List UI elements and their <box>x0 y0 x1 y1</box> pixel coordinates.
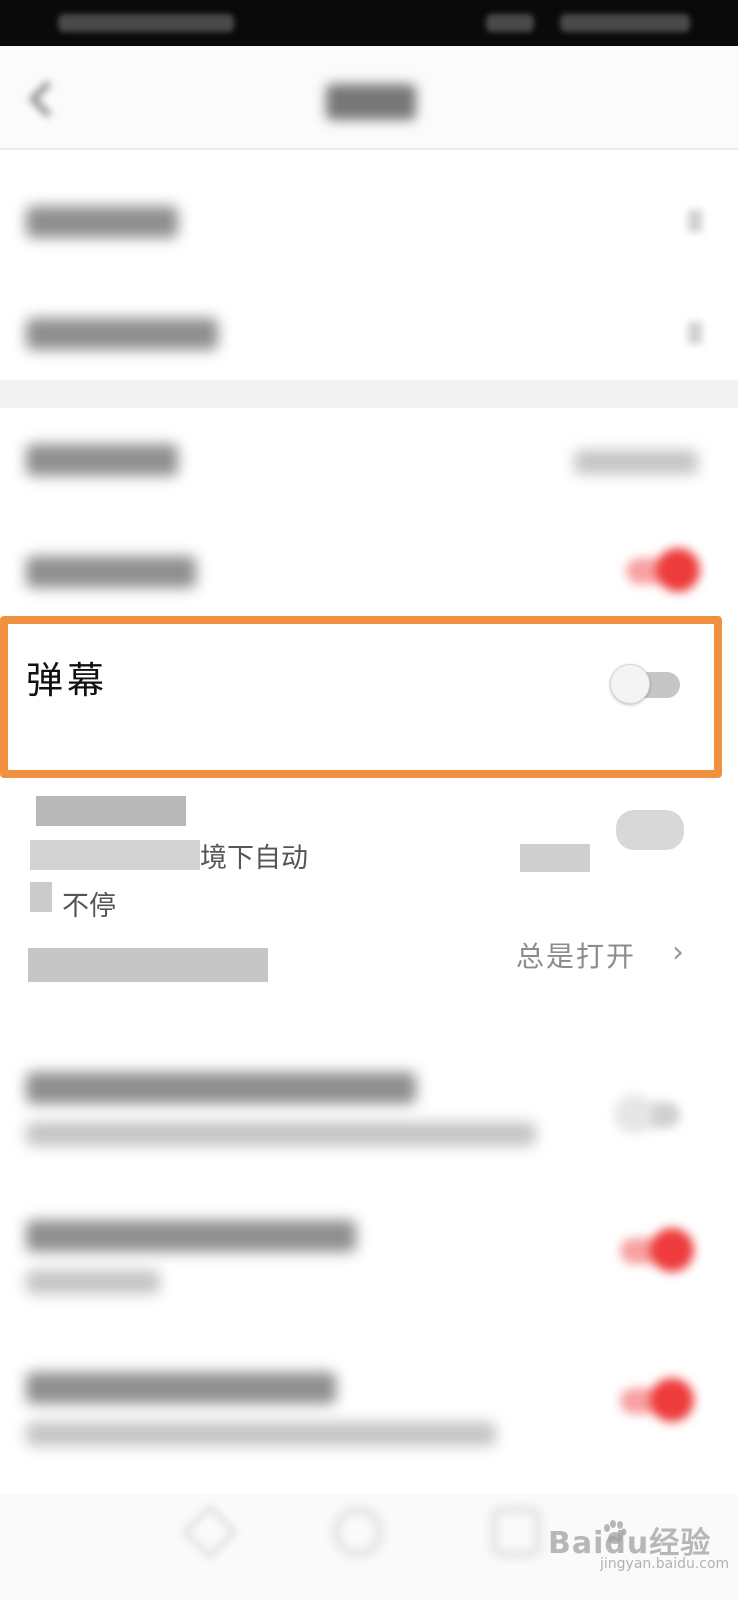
settings-row-5-label <box>26 1072 416 1104</box>
settings-row-7-toggle[interactable] <box>620 1378 694 1422</box>
chevron-right-icon <box>688 210 702 232</box>
status-bar-battery-icon <box>560 14 690 32</box>
settings-row-7-subtitle <box>26 1422 496 1446</box>
settings-row-2-label <box>26 318 218 350</box>
settings-row-6-subtitle <box>26 1270 160 1294</box>
settings-row-1[interactable] <box>0 150 738 262</box>
settings-row-7-label <box>26 1372 336 1404</box>
settings-row-2[interactable] <box>0 262 738 374</box>
settings-page: 弹幕 境下自动 不停 总是打开 › <box>0 46 738 1600</box>
settings-row-5-toggle[interactable] <box>614 1094 684 1134</box>
section-divider <box>0 380 738 408</box>
settings-row-3[interactable] <box>0 408 738 520</box>
nav-home-icon[interactable] <box>334 1508 382 1556</box>
danmu-label: 弹幕 <box>26 659 108 702</box>
app-header <box>0 46 738 150</box>
always-open-value: 总是打开 <box>516 940 637 973</box>
settings-row-4-toggle[interactable] <box>626 548 700 592</box>
settings-row-4-label <box>26 556 196 588</box>
danmu-toggle-knob <box>610 664 650 704</box>
nav-recents-icon[interactable] <box>492 1508 540 1556</box>
settings-row-1-label <box>26 206 178 238</box>
pixelated-description-left <box>30 840 200 870</box>
pixelated-description-start <box>30 882 52 912</box>
back-arrow-icon[interactable] <box>28 80 66 118</box>
status-bar-left-icons <box>58 14 234 32</box>
settings-row-5[interactable] <box>0 1032 738 1182</box>
watermark-url: jingyan.baidu.com <box>600 1556 730 1572</box>
chevron-right-icon <box>688 322 702 344</box>
pixelated-label <box>36 796 186 826</box>
settings-row-6[interactable] <box>0 1182 738 1332</box>
settings-row-3-value <box>574 450 698 474</box>
danmu-toggle[interactable] <box>610 664 680 704</box>
pixelated-row-label <box>28 948 268 982</box>
status-bar <box>0 0 738 46</box>
status-bar-signal-icon <box>486 14 534 32</box>
pixelated-toggle[interactable] <box>616 810 684 850</box>
chevron-right-icon[interactable]: › <box>672 935 684 970</box>
settings-row-6-toggle[interactable] <box>620 1228 694 1272</box>
settings-row-7[interactable] <box>0 1332 738 1488</box>
settings-row-5-subtitle <box>26 1122 536 1146</box>
description-fragment-2: 不停 <box>62 891 116 922</box>
description-fragment: 境下自动 <box>200 843 308 874</box>
settings-row-3-label <box>26 444 178 476</box>
pixelated-description-right <box>520 844 590 872</box>
settings-row-6-label <box>26 1220 356 1252</box>
page-title <box>326 84 416 120</box>
